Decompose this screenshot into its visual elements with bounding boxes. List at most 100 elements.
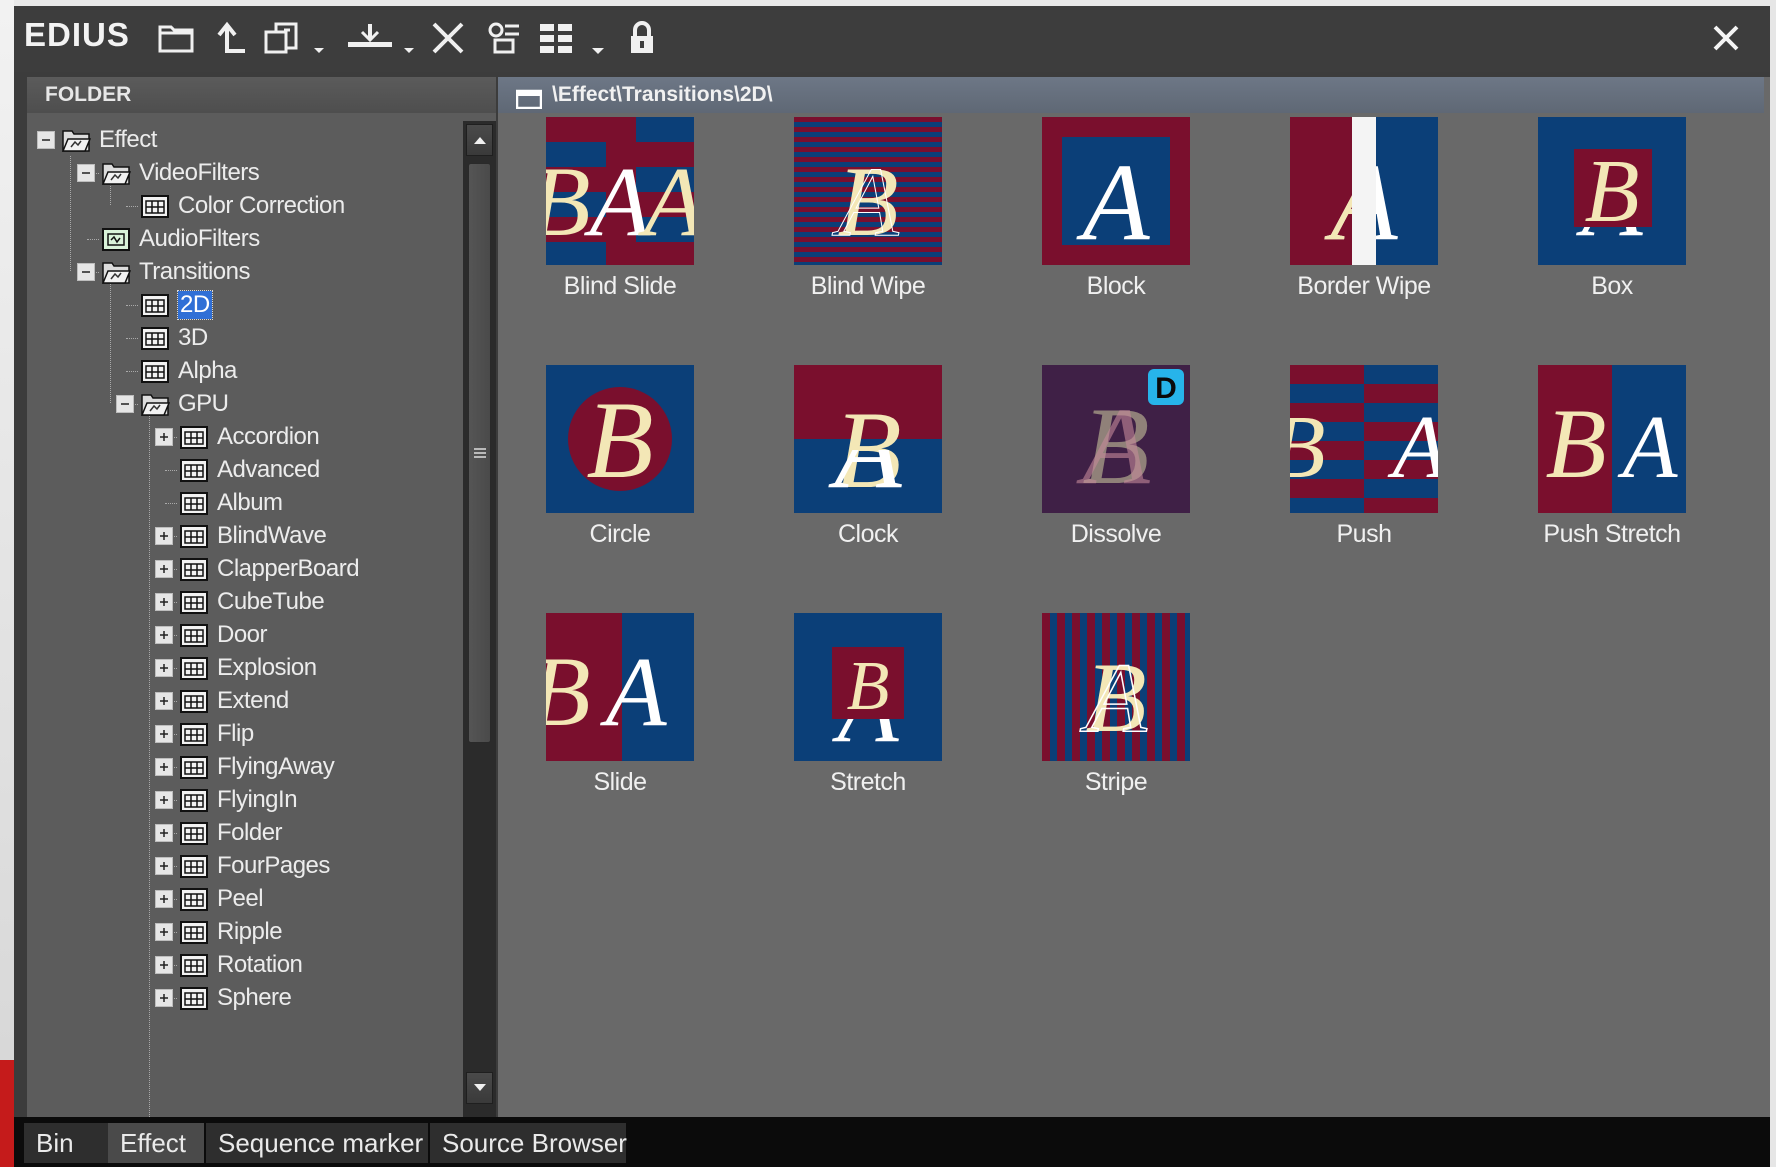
tree-node-door[interactable]: Door	[155, 618, 268, 652]
copy-dropdown-icon[interactable]	[262, 16, 328, 60]
expand-icon[interactable]	[155, 890, 173, 908]
effect-thumbnail: BA	[1290, 365, 1438, 513]
collapse-icon[interactable]	[77, 164, 95, 182]
tree-node-advanced[interactable]: Advanced	[179, 453, 320, 487]
collapse-icon[interactable]	[116, 395, 134, 413]
tree-node-flyingin[interactable]: FlyingIn	[155, 783, 298, 817]
collapse-icon[interactable]	[77, 263, 95, 281]
tree-node-flyingaway[interactable]: FlyingAway	[155, 750, 335, 784]
expand-icon[interactable]	[155, 791, 173, 809]
lock-icon[interactable]	[620, 16, 664, 60]
expand-icon[interactable]	[155, 989, 173, 1007]
effect-item-label: Clock	[837, 520, 899, 548]
tree-node-2d[interactable]: 2D	[140, 288, 213, 322]
expand-icon[interactable]	[155, 758, 173, 776]
expand-icon[interactable]	[155, 527, 173, 545]
svg-text:D: D	[1155, 372, 1177, 405]
svg-text:A: A	[583, 146, 651, 257]
folder-panel: FOLDER Effect VideoFilters Color Correctio…	[27, 77, 496, 1121]
expand-icon[interactable]	[155, 857, 173, 875]
effect-item-border-wipe[interactable]: AA Border Wipe	[1245, 117, 1465, 317]
effect-item-block[interactable]: A Block	[997, 117, 1217, 317]
tree-scrollbar[interactable]	[463, 121, 496, 1117]
tab-sequence-marker[interactable]: Sequence marker	[206, 1123, 428, 1163]
expand-icon[interactable]	[155, 593, 173, 611]
tree-node-accordion[interactable]: Accordion	[155, 420, 320, 454]
scroll-down-button[interactable]	[466, 1072, 493, 1104]
effect-thumbnail: AB	[1538, 117, 1686, 265]
effect-item-stretch[interactable]: AB Stretch	[749, 613, 969, 813]
tree-node-folder[interactable]: Folder	[155, 816, 283, 850]
expand-icon[interactable]	[155, 428, 173, 446]
tree-node-rotation[interactable]: Rotation	[155, 948, 303, 982]
effect-item-push[interactable]: BA Push	[1245, 365, 1465, 565]
tree-node-sphere[interactable]: Sphere	[155, 981, 292, 1015]
tree-node-3d[interactable]: 3D	[140, 321, 208, 355]
expand-icon[interactable]	[155, 560, 173, 578]
tree-node-fourpages[interactable]: FourPages	[155, 849, 330, 883]
folder-path-icon	[515, 85, 543, 121]
effect-folder-icon	[180, 987, 208, 1010]
folder-tree[interactable]: Effect VideoFilters Color Correction AudioF…	[27, 121, 467, 1121]
tree-node-blindwave[interactable]: BlindWave	[155, 519, 327, 553]
tree-node-extend[interactable]: Extend	[155, 684, 289, 718]
tree-node-label: CubeTube	[217, 588, 325, 615]
svg-text:A: A	[1075, 141, 1150, 263]
effect-item-dissolve[interactable]: B A D Dissolve	[997, 365, 1217, 565]
tree-node-flip[interactable]: Flip	[155, 717, 254, 751]
tab-bin[interactable]: Bin	[24, 1123, 108, 1163]
tree-node-audiofilters[interactable]: AudioFilters	[101, 222, 260, 256]
expand-icon[interactable]	[155, 725, 173, 743]
expand-icon[interactable]	[155, 626, 173, 644]
tree-node-album[interactable]: Album	[179, 486, 283, 520]
tree-node-label: BlindWave	[217, 522, 327, 549]
effect-item-blind-slide[interactable]: ABA Blind Slide	[501, 117, 721, 317]
scroll-down-arrow-icon	[473, 1084, 486, 1091]
effect-folder-icon	[180, 657, 208, 680]
tab-source-browser[interactable]: Source Browser	[430, 1123, 627, 1163]
apply-dropdown-icon[interactable]	[344, 16, 418, 60]
effect-item-box[interactable]: AB Box	[1493, 117, 1713, 317]
tree-node-gpu[interactable]: GPU	[116, 387, 229, 421]
effect-item-stripe[interactable]: B A Stripe	[997, 613, 1217, 813]
effect-thumbnail: BA	[1538, 365, 1686, 513]
effect-folder-icon	[141, 195, 169, 218]
collapse-icon[interactable]	[37, 131, 55, 149]
delete-icon[interactable]	[426, 16, 470, 60]
tree-node-color-correction[interactable]: Color Correction	[140, 189, 345, 223]
effect-item-circle[interactable]: B Circle	[501, 365, 721, 565]
expand-icon[interactable]	[155, 956, 173, 974]
effect-item-clock[interactable]: B A Clock	[749, 365, 969, 565]
svg-text:A: A	[1075, 385, 1150, 507]
tree-node-label: Flip	[217, 720, 254, 747]
effect-item-blind-wipe[interactable]: B A Blind Wipe	[749, 117, 969, 317]
tree-node-videofilters[interactable]: VideoFilters	[77, 156, 260, 190]
tree-node-cubetube[interactable]: CubeTube	[155, 585, 325, 619]
effect-item-push-stretch[interactable]: B A Push Stretch	[1493, 365, 1713, 565]
view-dropdown-icon[interactable]	[538, 16, 610, 60]
scroll-up-button[interactable]	[466, 124, 493, 156]
tree-node-effect[interactable]: Effect	[37, 123, 157, 157]
tab-effect[interactable]: Effect	[108, 1123, 204, 1163]
svg-text:B: B	[1585, 142, 1640, 241]
expand-icon[interactable]	[155, 659, 173, 677]
close-icon[interactable]	[1706, 18, 1746, 58]
effect-item-label: Block	[1086, 272, 1146, 300]
up-folder-icon[interactable]	[210, 16, 254, 60]
scroll-thumb[interactable]	[468, 163, 491, 743]
tree-node-peel[interactable]: Peel	[155, 882, 264, 916]
expand-icon[interactable]	[155, 692, 173, 710]
tree-node-transitions[interactable]: Transitions	[77, 255, 250, 289]
effect-item-label: Push	[1336, 520, 1392, 548]
effect-folder-icon	[180, 855, 208, 878]
open-folder-icon[interactable]	[154, 16, 198, 60]
tree-node-alpha[interactable]: Alpha	[140, 354, 237, 388]
tree-node-ripple[interactable]: Ripple	[155, 915, 283, 949]
expand-icon[interactable]	[155, 923, 173, 941]
properties-icon[interactable]	[482, 16, 526, 60]
tree-node-label: VideoFilters	[139, 159, 260, 186]
expand-icon[interactable]	[155, 824, 173, 842]
tree-node-clapperboard[interactable]: ClapperBoard	[155, 552, 360, 586]
effect-item-slide[interactable]: BA Slide	[501, 613, 721, 813]
tree-node-explosion[interactable]: Explosion	[155, 651, 317, 685]
